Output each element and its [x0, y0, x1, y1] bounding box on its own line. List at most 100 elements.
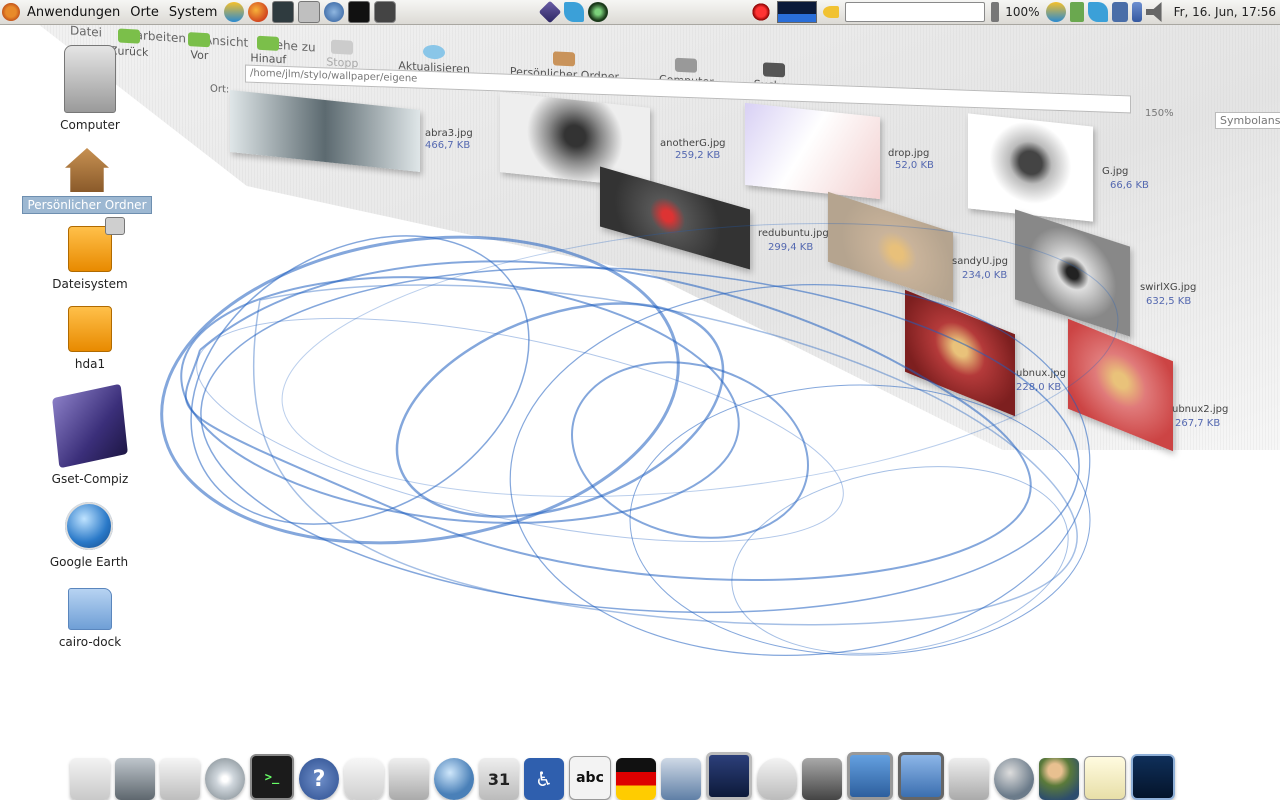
desktop-icon-home[interactable]: Persönlicher Ordner [22, 148, 152, 214]
desktop-icon-hda1[interactable]: hda1 [25, 306, 155, 372]
thumbnail-drop[interactable] [745, 102, 880, 200]
up-arrow-icon [257, 35, 280, 51]
fusion-icon[interactable] [563, 2, 584, 22]
remote-desktop-icon[interactable] [898, 752, 944, 800]
forward-button[interactable]: Vor [188, 32, 211, 62]
battery-label: 100% [1005, 5, 1040, 19]
menu-places[interactable]: Orte [125, 0, 164, 25]
desktop-icon-computer[interactable]: Computer [25, 45, 155, 133]
desktop-icon-gset-compiz[interactable]: Gset-Compiz [25, 383, 155, 487]
file-size-anotherG: 259,2 KB [675, 150, 721, 161]
desktop-label-computer: Computer [60, 118, 120, 132]
desktop-icon-cairo-dock[interactable]: cairo-dock [25, 588, 155, 650]
network-globe-icon[interactable] [994, 758, 1034, 800]
stop-icon [331, 39, 354, 55]
display-icon[interactable] [847, 752, 893, 800]
users-icon[interactable] [1039, 758, 1079, 800]
file-name-swirlXG: swirlXG.jpg [1140, 282, 1197, 293]
calendar-icon[interactable]: 31 [479, 758, 519, 800]
lock-icon [105, 217, 125, 235]
file-name-ubnux: ubnux.jpg [1016, 368, 1066, 379]
fusion-tray-icon[interactable] [1087, 2, 1108, 22]
computer-icon [675, 57, 698, 73]
mail-icon[interactable] [160, 758, 200, 800]
screenshot-icon[interactable] [374, 1, 397, 23]
text-editor-icon[interactable] [70, 758, 110, 800]
computer-icon [64, 45, 116, 113]
chat-icon[interactable] [344, 758, 384, 800]
mouse-icon[interactable] [757, 758, 797, 800]
file-size-ubnux2: 267,7 KB [1175, 418, 1221, 429]
volume-icon[interactable] [1145, 2, 1162, 22]
thumbnail-G[interactable] [968, 113, 1093, 222]
keyboard-layout-icon[interactable] [616, 758, 656, 800]
view-mode-select[interactable]: Symbolansicht [1215, 112, 1280, 129]
terminal-launcher-icon[interactable] [348, 1, 371, 23]
file-name-drop: drop.jpg [888, 148, 930, 159]
drive-icon [68, 217, 125, 272]
screensaver-icon[interactable] [706, 752, 752, 800]
globe-icon [65, 502, 113, 550]
desktop-icon-google-earth[interactable]: Google Earth [24, 502, 154, 570]
panel-search-input[interactable] [845, 2, 986, 22]
dock: >_ ? 31 ♿ abc [70, 752, 1280, 800]
desktop-label-google-earth: Google Earth [49, 555, 129, 569]
desktop-label-gset-compiz: Gset-Compiz [51, 472, 129, 486]
spellcheck-icon[interactable]: abc [569, 756, 611, 800]
desktop-label-home: Persönlicher Ordner [22, 196, 152, 214]
power-plug-icon[interactable] [991, 2, 1000, 22]
system-monitor-icon[interactable] [1131, 754, 1175, 800]
zoom-level[interactable]: 150% [1145, 108, 1174, 119]
location-label: Ort: [210, 83, 230, 96]
desktop-icon-filesystem[interactable]: Dateisystem [25, 217, 155, 292]
top-panel: Anwendungen Orte System 100% Fr, 16. Jun… [0, 0, 1280, 25]
help-icon[interactable]: ? [299, 758, 339, 800]
trash-tray-icon[interactable] [1069, 2, 1084, 22]
file-size-swirlXG: 632,5 KB [1146, 296, 1192, 307]
desktop-label-cairo-dock: cairo-dock [58, 635, 122, 649]
news-icon[interactable] [389, 758, 429, 800]
file-name-abra3: abra3.jpg [425, 128, 473, 139]
network-icon[interactable] [661, 758, 701, 800]
sound-icon[interactable] [802, 758, 842, 800]
desktop-label-filesystem: Dateisystem [52, 277, 128, 291]
stop-button[interactable]: Stopp [326, 39, 358, 70]
up-button[interactable]: Hinauf [250, 35, 286, 66]
back-arrow-icon [118, 28, 141, 44]
tools-icon[interactable] [298, 1, 321, 23]
binoculars-icon [763, 62, 786, 78]
eye-icon[interactable] [587, 2, 608, 22]
menu-applications[interactable]: Anwendungen [22, 0, 125, 25]
cd-icon[interactable] [205, 758, 245, 800]
reload-icon [423, 44, 446, 60]
media-player-icon[interactable] [949, 758, 989, 800]
ubuntu-logo-icon[interactable] [2, 3, 20, 21]
messenger-tray-icon[interactable] [1045, 2, 1066, 22]
update-tray-icon[interactable] [1131, 2, 1142, 22]
drive-icon [68, 306, 112, 352]
file-size-redubuntu: 299,4 KB [768, 242, 814, 253]
thunderbird-icon[interactable] [324, 2, 345, 22]
system-tray: 100% Fr, 16. Jun, 17:56 [749, 1, 1280, 23]
messenger-icon[interactable] [224, 2, 245, 22]
compiz-cube-tray-icon[interactable] [538, 0, 562, 24]
key-icon[interactable] [823, 6, 840, 18]
network-tray-icon[interactable] [1111, 2, 1128, 22]
record-icon[interactable] [751, 2, 772, 22]
system-monitor-launcher-icon[interactable] [272, 1, 295, 23]
globe-icon[interactable] [434, 758, 474, 800]
firefox-icon[interactable] [248, 2, 269, 22]
desktop-label-hda1: hda1 [74, 357, 106, 371]
file-name-G: G.jpg [1102, 166, 1129, 177]
terminal-icon[interactable]: >_ [250, 754, 294, 800]
camera-icon[interactable] [115, 758, 155, 800]
file-name-redubuntu: redubuntu.jpg [758, 228, 829, 239]
fm-menu-file[interactable]: Datei [70, 23, 102, 39]
panel-clock[interactable]: Fr, 16. Jun, 17:56 [1174, 5, 1276, 19]
accessibility-icon[interactable]: ♿ [524, 758, 564, 800]
cpu-graph[interactable] [777, 1, 818, 23]
file-size-G: 66,6 KB [1110, 180, 1149, 191]
notes-icon[interactable] [1084, 756, 1126, 800]
file-size-abra3: 466,7 KB [425, 140, 471, 151]
menu-system[interactable]: System [164, 0, 222, 25]
